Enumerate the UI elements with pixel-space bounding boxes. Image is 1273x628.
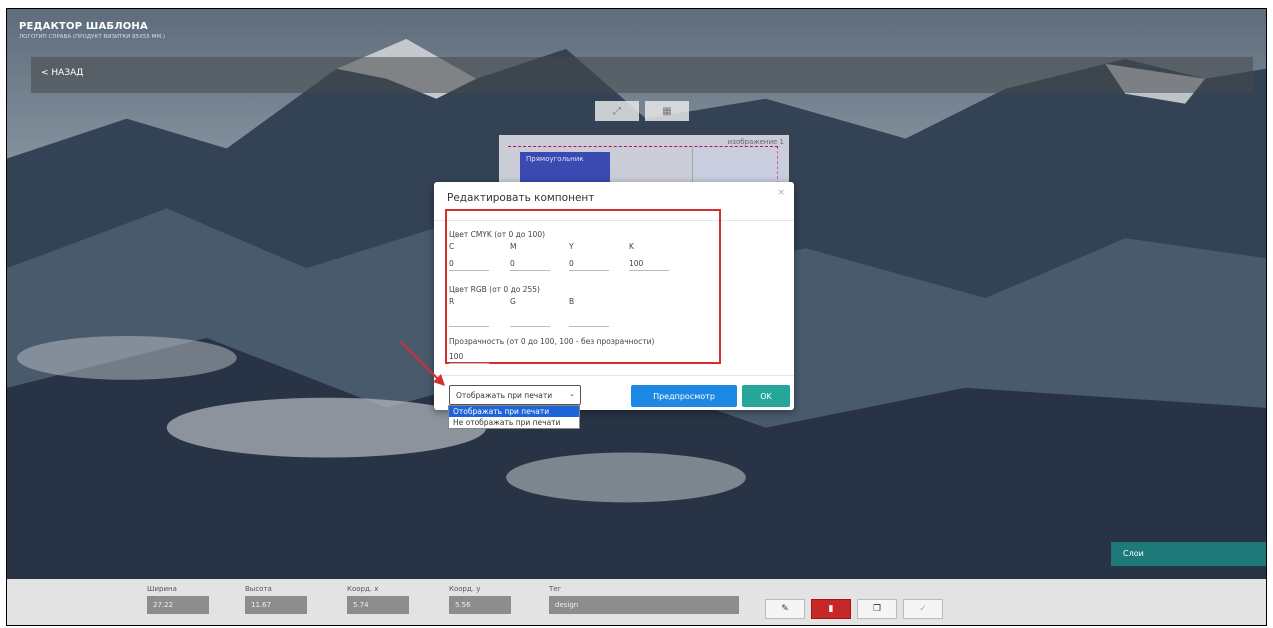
rgb-g-label: G	[510, 297, 516, 306]
height-label: Высота	[245, 585, 272, 593]
cmyk-y-label: Y	[569, 242, 574, 251]
tag-input[interactable]: design	[549, 596, 739, 614]
page-subtitle: ЛОГОТИП СПРАВА (ПРОДУКТ ВИЗИТКИ 85Х55 ММ…	[19, 34, 165, 40]
image-label: изображение 1	[727, 138, 784, 146]
duplicate-button[interactable]: ❐	[857, 599, 897, 619]
layers-button[interactable]: Слои	[1111, 542, 1266, 566]
ok-button[interactable]: OK	[742, 385, 790, 407]
dropdown-option[interactable]: Отображать при печати	[449, 406, 579, 417]
footer-divider	[434, 375, 794, 376]
y-input[interactable]: 5.56	[449, 596, 511, 614]
print-visibility-dropdown: Отображать при печати Не отображать при …	[448, 405, 580, 429]
width-input[interactable]: 27.22	[147, 596, 209, 614]
cmyk-m-label: M	[510, 242, 517, 251]
qr-icon: ▦	[662, 105, 672, 117]
cmyk-y-input[interactable]: 0	[569, 259, 609, 271]
rgb-label: Цвет RGB (от 0 до 255)	[449, 285, 540, 294]
rgb-r-label: R	[449, 297, 455, 306]
trash-icon: ▮	[828, 604, 834, 614]
dropdown-option[interactable]: Не отображать при печати	[449, 417, 579, 428]
edit-button[interactable]: ✎	[765, 599, 805, 619]
tag-field: Тег design	[549, 585, 739, 614]
page-title: РЕДАКТОР ШАБЛОНА	[19, 21, 148, 32]
height-input[interactable]: 11.67	[245, 596, 307, 614]
delete-button[interactable]: ▮	[811, 599, 851, 619]
x-input[interactable]: 5.74	[347, 596, 409, 614]
properties-bar: Ширина 27.22 Высота 11.67 Коорд. x 5.74 …	[7, 579, 1266, 625]
x-field: Коорд. x 5.74	[347, 585, 409, 614]
x-label: Коорд. x	[347, 585, 379, 593]
page-header: РЕДАКТОР ШАБЛОНА ЛОГОТИП СПРАВА (ПРОДУКТ…	[19, 21, 165, 40]
cmyk-m-input[interactable]: 0	[510, 259, 550, 271]
back-button[interactable]: < НАЗАД	[41, 68, 83, 78]
edit-component-dialog: Редактировать компонент × Цвет CMYK (от …	[434, 182, 794, 410]
cmyk-c-input[interactable]: 0	[449, 259, 489, 271]
rgb-r-input[interactable]	[449, 315, 489, 327]
opacity-input[interactable]: 100	[449, 352, 489, 364]
confirm-button[interactable]: ✓	[903, 599, 943, 619]
expand-icon: ⤢	[613, 105, 621, 117]
preview-button[interactable]: Предпросмотр	[631, 385, 737, 407]
check-icon: ✓	[919, 604, 927, 614]
y-label: Коорд. y	[449, 585, 481, 593]
tag-label: Тег	[549, 585, 562, 593]
rgb-g-input[interactable]	[510, 315, 550, 327]
chevron-down-icon: ⌄	[569, 390, 575, 398]
y-field: Коорд. y 5.56	[449, 585, 511, 614]
qr-button[interactable]: ▦	[645, 101, 689, 121]
print-visibility-select[interactable]: Отображать при печати ⌄	[449, 385, 581, 405]
rgb-b-input[interactable]	[569, 315, 609, 327]
width-field: Ширина 27.22	[147, 585, 209, 614]
close-icon[interactable]: ×	[777, 188, 785, 198]
height-field: Высота 11.67	[245, 585, 307, 614]
copy-icon: ❐	[872, 604, 882, 614]
width-label: Ширина	[147, 585, 177, 593]
cmyk-label: Цвет CMYK (от 0 до 100)	[449, 230, 546, 239]
rectangle-label: Прямоугольник	[526, 155, 584, 163]
expand-button[interactable]: ⤢	[595, 101, 639, 121]
print-visibility-value: Отображать при печати	[456, 391, 553, 400]
rgb-b-label: B	[569, 297, 575, 306]
cmyk-k-label: K	[629, 242, 634, 251]
arrow-annotation-icon	[400, 341, 445, 386]
pencil-icon: ✎	[781, 604, 789, 614]
cmyk-c-label: C	[449, 242, 455, 251]
opacity-label: Прозрачность (от 0 до 100, 100 - без про…	[449, 337, 655, 346]
dialog-title: Редактировать компонент	[447, 192, 595, 204]
cmyk-k-input[interactable]: 100	[629, 259, 669, 271]
back-bar: < НАЗАД	[31, 57, 1253, 93]
